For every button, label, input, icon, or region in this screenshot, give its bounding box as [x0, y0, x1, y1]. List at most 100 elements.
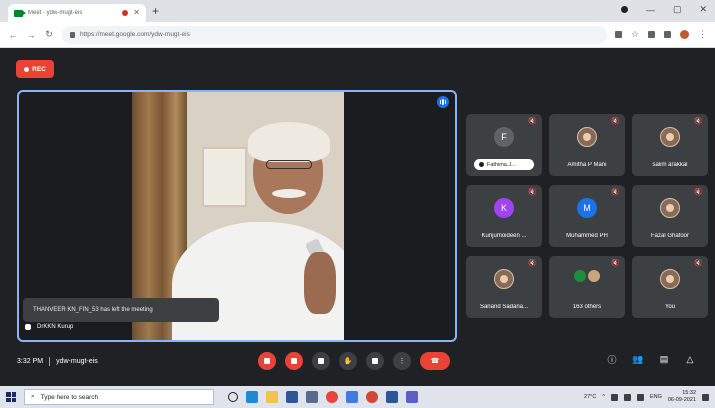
forward-icon[interactable]: →: [26, 30, 36, 40]
participant-tile[interactable]: 🔇 Amitha P Mani: [549, 114, 625, 176]
muted-mic-icon: 🔇: [611, 118, 620, 125]
taskbar-search-box[interactable]: ⌕ Type here to search: [24, 389, 214, 405]
side-controls: ⓘ 👥 ▤ △: [605, 352, 697, 366]
pinned-name-pill[interactable]: Fathima.J...: [474, 159, 534, 170]
muted-mic-icon: 🔇: [694, 260, 703, 267]
activities-icon: △: [686, 353, 694, 364]
current-time: 3:32 PM: [17, 358, 44, 365]
file-explorer-icon[interactable]: [266, 391, 278, 403]
maximize-icon[interactable]: ▢: [673, 4, 682, 15]
battery-icon[interactable]: [636, 393, 644, 401]
participant-name: Kunjumoideen ...: [481, 233, 527, 239]
main-speaker-tile[interactable]: THANVEER KN_FIN_53 has left the meeting …: [17, 90, 457, 342]
network-icon[interactable]: [610, 393, 618, 401]
store-icon[interactable]: [286, 391, 298, 403]
word-icon[interactable]: [386, 391, 398, 403]
window: [202, 147, 247, 207]
clock-time: 15:32: [682, 390, 696, 397]
rec-badge: REC: [16, 60, 54, 78]
weather-temp[interactable]: 27°C: [584, 394, 596, 400]
participant-tile[interactable]: 🔇 Fazal Ghafoor: [632, 185, 708, 247]
extension-icon[interactable]: [648, 31, 655, 38]
windows-start-icon[interactable]: [6, 392, 16, 402]
participant-name: Fathima.J...: [487, 161, 516, 168]
app-icon[interactable]: [306, 391, 318, 403]
avatar: F: [494, 127, 514, 147]
more-options-button[interactable]: ⋮: [393, 352, 411, 370]
meeting-details-button[interactable]: ⓘ: [605, 352, 619, 366]
participant-name: Amitha P Mani: [567, 162, 607, 168]
participant-name: Sanand Sadana...: [479, 304, 529, 310]
present-button[interactable]: [366, 352, 384, 370]
activities-button[interactable]: △: [683, 352, 697, 366]
cortana-icon[interactable]: [228, 392, 238, 402]
new-tab-button[interactable]: +: [152, 5, 159, 17]
speaker-hair: [248, 122, 330, 162]
tab-close-icon[interactable]: ✕: [133, 9, 140, 17]
camera-off-icon: [291, 358, 297, 364]
meeting-info: 3:32 PM ydw-mugt-eis: [17, 357, 98, 366]
participant-tile[interactable]: 🔇 Sanand Sadana...: [466, 256, 542, 318]
back-icon[interactable]: ←: [8, 30, 18, 40]
profile-avatar-icon[interactable]: [680, 30, 689, 39]
avatar: K: [494, 198, 514, 218]
browser-toolbar: ← → ↻ https://meet.google.com/ydw-mugt-e…: [0, 22, 715, 48]
participant-tile[interactable]: 🔇 K Kunjumoideen ...: [466, 185, 542, 247]
tray-chevron-icon[interactable]: ^: [602, 394, 605, 400]
participant-tile[interactable]: 🔇 F Fathima.J...: [466, 114, 542, 176]
teams-icon[interactable]: [406, 391, 418, 403]
mic-off-icon: [264, 358, 270, 364]
recording-dot-icon: [122, 10, 129, 16]
speaker-moustache: [272, 189, 306, 198]
group-avatars: [573, 269, 601, 283]
participant-name: 163 others: [572, 304, 602, 310]
extensions-row: ☆ ⋮: [614, 29, 707, 40]
participant-name: Muhammed PH: [566, 233, 608, 239]
participant-tile[interactable]: 🔇 163 others: [549, 256, 625, 318]
avatar: [494, 269, 514, 289]
reload-icon[interactable]: ↻: [44, 29, 54, 40]
profile-icon[interactable]: [620, 6, 628, 13]
participant-tile[interactable]: 🔇 salim arakkal: [632, 114, 708, 176]
meeting-code: ydw-mugt-eis: [56, 358, 98, 365]
notification-icon[interactable]: [702, 393, 709, 401]
avatar: [577, 127, 597, 147]
captions-button[interactable]: [312, 352, 330, 370]
phone-hangup-icon: ☎: [430, 358, 440, 365]
leave-call-button[interactable]: ☎: [420, 352, 450, 370]
camera-indicator-icon[interactable]: [614, 31, 622, 38]
bookmark-star-icon[interactable]: ☆: [631, 29, 639, 40]
chrome-icon[interactable]: [326, 391, 338, 403]
raise-hand-button[interactable]: ✋: [339, 352, 357, 370]
main-speaker-name-tag: DrKKN Kurup: [25, 324, 73, 330]
puzzle-icon[interactable]: [664, 31, 671, 38]
menu-kebab-icon[interactable]: ⋮: [698, 29, 707, 40]
avatar: [660, 127, 680, 147]
zoom-icon[interactable]: [346, 391, 358, 403]
language-indicator[interactable]: ENG: [650, 394, 662, 400]
volume-icon[interactable]: [623, 393, 631, 401]
clock-date: 06-09-2021: [667, 397, 696, 403]
muted-mic-icon: 🔇: [611, 189, 620, 196]
minimize-icon[interactable]: —: [646, 5, 655, 15]
participant-tile[interactable]: 🔇 M Muhammed PH: [549, 185, 625, 247]
participant-name: Fazal Ghafoor: [650, 233, 690, 239]
url-text: https://meet.google.com/ydw-mugt-eis: [80, 31, 190, 38]
people-button[interactable]: 👥: [631, 352, 645, 366]
rec-label: REC: [32, 65, 46, 73]
chrome-profile-icon[interactable]: [366, 391, 378, 403]
speaker-hand: [304, 252, 336, 314]
edge-icon[interactable]: [246, 391, 258, 403]
muted-mic-icon: 🔇: [528, 189, 537, 196]
chat-button[interactable]: ▤: [657, 352, 671, 366]
participant-tile[interactable]: 🔇 You: [632, 256, 708, 318]
browser-tab[interactable]: Meet - ydw-mugt-eis ✕: [8, 4, 146, 22]
participant-grid: 🔇 F Fathima.J... 🔇 Amitha P Mani 🔇 salim arakk…: [466, 114, 709, 319]
close-window-icon[interactable]: ✕: [699, 4, 707, 15]
avatar-initial: F: [501, 132, 507, 142]
mic-toggle-button[interactable]: [258, 352, 276, 370]
call-controls: ✋ ⋮ ☎: [258, 352, 450, 370]
address-bar[interactable]: https://meet.google.com/ydw-mugt-eis: [62, 25, 607, 44]
camera-toggle-button[interactable]: [285, 352, 303, 370]
clock[interactable]: 15:32 06-09-2021: [668, 390, 696, 403]
